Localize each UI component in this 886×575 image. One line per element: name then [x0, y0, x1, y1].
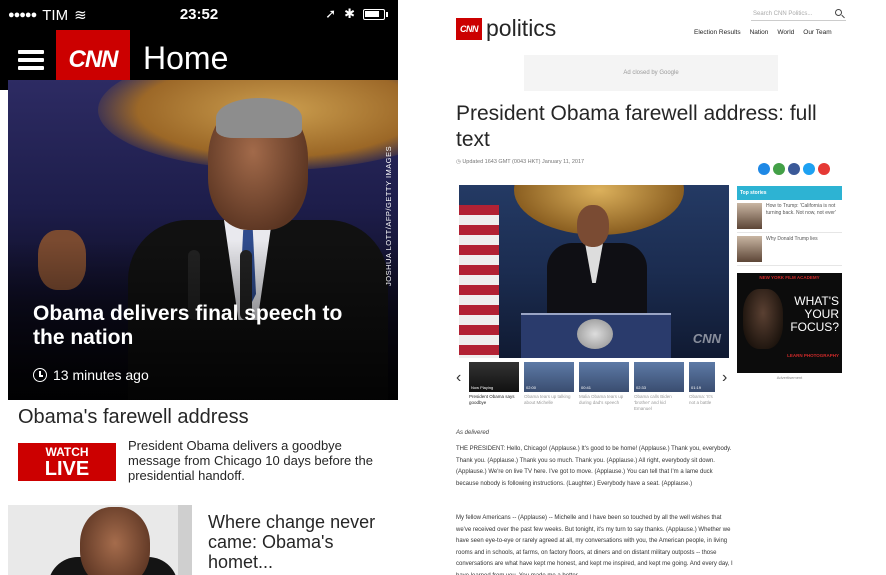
messenger-icon[interactable]	[758, 163, 770, 175]
carousel-badge: 01:19	[691, 385, 702, 390]
watch-live-description[interactable]: President Obama delivers a goodbye messa…	[128, 438, 390, 483]
advertisement-label: Advertisement	[776, 375, 803, 380]
nav-nation[interactable]: Nation	[750, 29, 769, 36]
ad-banner: Ad closed by Google	[524, 55, 778, 91]
search-input[interactable]: Search CNN Politics...	[751, 8, 846, 21]
side-advertisement[interactable]: NEW YORK FILM ACADEMY WHAT'S YOUR FOCUS?…	[737, 273, 842, 373]
top-story-item[interactable]: How to Trump: 'California is not turning…	[737, 200, 842, 233]
cnn-watermark: CNN	[692, 331, 721, 346]
sms-icon[interactable]	[773, 163, 785, 175]
article-timestamp: ◷ Updated 1643 GMT (0043 HKT) January 11…	[456, 159, 585, 165]
share-bar	[758, 163, 830, 175]
hero-figure-hair	[216, 98, 302, 138]
carousel-item[interactable]: 00:41 Malia Obama tears up during dad's …	[579, 362, 629, 412]
top-story-title: Why Donald Trump lies	[766, 236, 818, 242]
thumbnail-strip	[178, 505, 192, 575]
hero-story[interactable]: JOSHUA LOTT/AFP/GETTY IMAGES Obama deliv…	[8, 80, 398, 400]
carousel-thumbnail: 02:33	[634, 362, 684, 392]
carousel-thumbs: Now Playing President Obama says goodbye…	[469, 362, 715, 412]
photo-credit: JOSHUA LOTT/AFP/GETTY IMAGES	[384, 145, 393, 286]
as-delivered-note: As delivered	[456, 430, 490, 436]
hamburger-menu-icon[interactable]	[18, 50, 44, 70]
search-icon[interactable]	[835, 9, 842, 16]
section-title[interactable]: Obama's farewell address	[18, 406, 249, 429]
story-title[interactable]: Where change never came: Obama's homet..…	[208, 512, 393, 572]
carousel-badge: 02:33	[636, 385, 647, 390]
facebook-icon[interactable]	[788, 163, 800, 175]
podium-seal	[577, 319, 613, 349]
battery-tip-icon	[386, 11, 388, 17]
carousel-prev-icon[interactable]: ‹	[456, 369, 461, 387]
more-share-icon[interactable]	[818, 163, 830, 175]
cnn-politics-webpage: CNN politics Search CNN Politics... Elec…	[398, 0, 886, 575]
twitter-icon[interactable]	[803, 163, 815, 175]
carousel-badge: 00:41	[581, 385, 592, 390]
ad-subline: LEARN PHOTOGRAPHY	[787, 353, 839, 358]
carousel-thumbnail: 02:00	[524, 362, 574, 392]
carousel-item[interactable]: 02:33 Obama calls Biden 'brother' and ki…	[634, 362, 684, 412]
top-nav: Election Results Nation World Our Team	[694, 29, 832, 36]
ad-portrait	[743, 289, 783, 349]
carousel-caption: Obama tears up talking about Michelle	[524, 394, 571, 405]
hero-time-text: 13 minutes ago	[53, 367, 149, 383]
bluetooth-icon: ✱	[344, 6, 355, 21]
article-timestamp-text: Updated 1643 GMT (0043 HKT) January 11, …	[462, 159, 585, 165]
carousel-item[interactable]: 01:19 Obama: 'It's not a battle	[689, 362, 715, 412]
ad-brand: NEW YORK FILM ACADEMY	[759, 275, 820, 280]
politics-wordmark: politics	[486, 15, 557, 41]
carousel-thumbnail: 01:19	[689, 362, 715, 392]
carousel-thumbnail: 00:41	[579, 362, 629, 392]
watch-live-line2: LIVE	[44, 458, 90, 480]
clock-icon	[33, 368, 47, 382]
ad-headline: WHAT'S YOUR FOCUS?	[790, 294, 839, 334]
nav-election-results[interactable]: Election Results	[694, 29, 741, 36]
location-icon: ➚	[325, 6, 337, 21]
app-title: Home	[143, 40, 229, 76]
carousel-thumbnail: Now Playing	[469, 362, 519, 392]
carousel-caption: President Obama says goodbye	[469, 394, 515, 405]
carousel-badge: Now Playing	[471, 385, 494, 390]
speaker-head	[577, 205, 609, 247]
top-stories-header: Top stories	[737, 186, 842, 200]
top-story-title: How to Trump: 'California is not turning…	[766, 203, 836, 216]
flag-icon	[459, 205, 499, 358]
carousel-badge: 02:00	[526, 385, 537, 390]
top-story-item[interactable]: Why Donald Trump lies	[737, 233, 842, 266]
carousel-caption: Obama: 'It's not a battle	[689, 394, 713, 405]
story-thumbnail[interactable]	[8, 505, 192, 575]
carousel-caption: Malia Obama tears up during dad's speech	[579, 394, 624, 405]
article-paragraph: My fellow Americans -- (Applause) -- Mic…	[456, 515, 733, 575]
top-stories: Top stories How to Trump: 'California is…	[737, 186, 842, 266]
cnn-politics-logo[interactable]: CNN politics	[456, 15, 556, 42]
top-story-thumbnail	[737, 203, 762, 229]
article-video-player[interactable]: CNN	[459, 185, 729, 358]
nav-world[interactable]: World	[777, 29, 794, 36]
status-right: ➚ ✱	[325, 6, 388, 22]
status-bar: ●●●●● TIM ≋ 23:52 ➚ ✱	[0, 0, 398, 30]
hero-timestamp: 13 minutes ago	[33, 367, 149, 383]
search-placeholder: Search CNN Politics...	[753, 11, 813, 17]
top-story-thumbnail	[737, 236, 762, 262]
carousel-item[interactable]: Now Playing President Obama says goodbye	[469, 362, 519, 412]
hero-headline[interactable]: Obama delivers final speech to the natio…	[33, 302, 363, 350]
article-title: President Obama farewell address: full t…	[456, 102, 817, 151]
carousel-item[interactable]: 02:00 Obama tears up talking about Miche…	[524, 362, 574, 412]
carousel-next-icon[interactable]: ›	[722, 369, 727, 387]
cnn-mobile-app: ●●●●● TIM ≋ 23:52 ➚ ✱ CNN Home JOSHUA LO…	[0, 0, 398, 575]
cnn-logo-box: CNN	[456, 17, 482, 40]
battery-icon	[363, 8, 385, 20]
nav-our-team[interactable]: Our Team	[803, 29, 831, 36]
article-paragraph: THE PRESIDENT: Hello, Chicago! (Applause…	[456, 446, 732, 487]
carousel-caption: Obama calls Biden 'brother' and kid Eman…	[634, 394, 672, 411]
watch-live-button[interactable]: WATCH LIVE	[18, 443, 116, 481]
thumbnail-figure-head	[80, 507, 150, 575]
video-carousel: ‹ Now Playing President Obama says goodb…	[456, 362, 736, 422]
watch-live-line1: WATCH	[45, 445, 89, 459]
